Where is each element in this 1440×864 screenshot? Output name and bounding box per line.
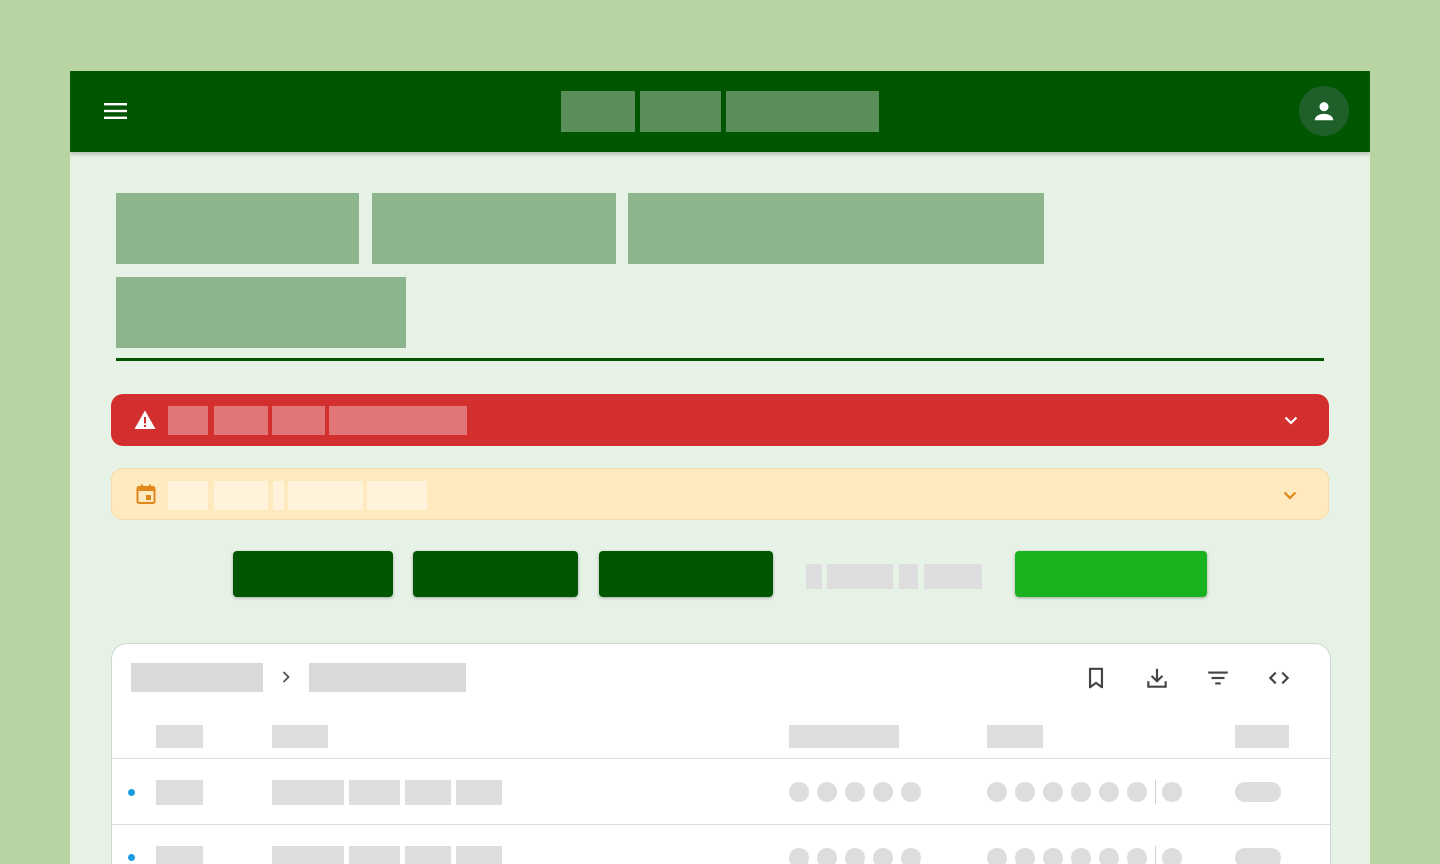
- alert-text-word: [214, 406, 268, 435]
- status-pill: [1235, 782, 1281, 802]
- column-header[interactable]: [789, 725, 899, 748]
- status-dot: [1015, 782, 1035, 802]
- chevron-right-icon: [278, 669, 294, 685]
- breadcrumb-item[interactable]: [309, 663, 466, 692]
- alert-text-word: [272, 406, 325, 435]
- status-dot: [873, 848, 893, 864]
- status-dot: [901, 782, 921, 802]
- cell-text-word: [349, 846, 400, 864]
- row-indicator: [128, 789, 135, 796]
- page-title-word: [628, 193, 1044, 264]
- table-divider: [112, 758, 1330, 759]
- status-dot: [873, 782, 893, 802]
- breadcrumb-item[interactable]: [131, 663, 263, 692]
- cell-text-word: [272, 846, 344, 864]
- chevron-down-icon[interactable]: [1280, 485, 1300, 505]
- cell-text-word: [405, 780, 451, 805]
- title-divider: [116, 358, 1324, 361]
- status-dot: [789, 782, 809, 802]
- status-dot: [1099, 782, 1119, 802]
- disabled-text-word: [924, 564, 982, 589]
- app-title-word: [561, 91, 635, 132]
- cell-text-word: [405, 846, 451, 864]
- cell-text-word: [272, 780, 344, 805]
- column-header[interactable]: [987, 725, 1043, 748]
- notice-text-word: [273, 481, 284, 510]
- status-dot: [1071, 782, 1091, 802]
- warning-triangle-icon: [133, 408, 157, 432]
- notice-text-word: [288, 481, 363, 510]
- disabled-text-word: [827, 564, 893, 589]
- cell-id: [156, 780, 203, 805]
- action-button-3[interactable]: [599, 551, 773, 597]
- status-dot: [1015, 848, 1035, 864]
- notice-banner[interactable]: [111, 468, 1329, 520]
- table-divider: [112, 824, 1330, 825]
- column-header[interactable]: [1235, 725, 1289, 748]
- alert-banner[interactable]: [111, 394, 1329, 446]
- status-dot: [901, 848, 921, 864]
- chevron-down-icon[interactable]: [1281, 410, 1301, 430]
- bookmark-icon[interactable]: [1083, 665, 1109, 691]
- hamburger-menu-icon[interactable]: [100, 99, 132, 123]
- status-dot: [1043, 782, 1063, 802]
- page-title-word: [116, 277, 406, 348]
- data-table-card: [111, 643, 1331, 864]
- alert-text-word: [329, 406, 467, 435]
- status-dot: [1162, 782, 1182, 802]
- app-title-word: [726, 91, 879, 132]
- top-app-bar: [70, 71, 1370, 152]
- disabled-text-word: [806, 564, 822, 589]
- disabled-text-word: [899, 564, 918, 589]
- app-title-word: [640, 91, 721, 132]
- filter-icon[interactable]: [1205, 665, 1231, 691]
- cell-id: [156, 846, 203, 864]
- column-separator: [1155, 780, 1156, 804]
- notice-text-word: [168, 481, 208, 510]
- cell-text-word: [349, 780, 400, 805]
- status-dot: [1127, 848, 1147, 864]
- action-button-1[interactable]: [233, 551, 393, 597]
- status-dot: [789, 848, 809, 864]
- status-dot: [1043, 848, 1063, 864]
- column-header[interactable]: [156, 725, 203, 748]
- status-dot: [1071, 848, 1091, 864]
- status-pill: [1235, 848, 1281, 864]
- app-frame: [70, 71, 1370, 864]
- notice-text-word: [214, 481, 268, 510]
- status-dot: [845, 848, 865, 864]
- status-dot: [817, 848, 837, 864]
- status-dot: [845, 782, 865, 802]
- row-indicator: [128, 854, 135, 861]
- account-circle-icon[interactable]: [1299, 86, 1349, 136]
- status-dot: [817, 782, 837, 802]
- cell-text-word: [456, 780, 502, 805]
- column-separator: [1155, 846, 1156, 864]
- page-title-word: [372, 193, 616, 264]
- notice-text-word: [367, 481, 427, 510]
- status-dot: [987, 848, 1007, 864]
- status-dot: [1127, 782, 1147, 802]
- code-icon[interactable]: [1266, 665, 1292, 691]
- action-button-2[interactable]: [413, 551, 578, 597]
- alert-text-word: [168, 406, 208, 435]
- download-icon[interactable]: [1144, 665, 1170, 691]
- status-dot: [987, 782, 1007, 802]
- column-header[interactable]: [272, 725, 328, 748]
- status-dot: [1099, 848, 1119, 864]
- calendar-icon: [134, 482, 158, 506]
- page-title-word: [116, 193, 359, 264]
- cell-text-word: [456, 846, 502, 864]
- primary-action-button[interactable]: [1015, 551, 1207, 597]
- status-dot: [1162, 848, 1182, 864]
